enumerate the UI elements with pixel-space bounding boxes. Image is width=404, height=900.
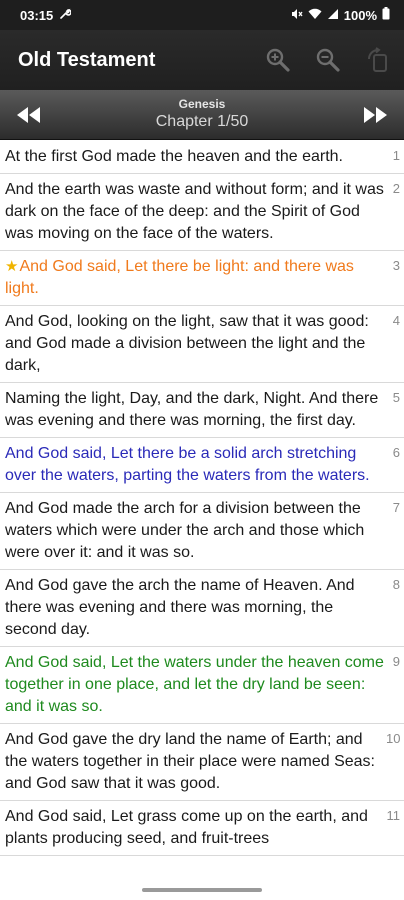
verse-number: 8 xyxy=(392,577,400,592)
verse-content: And God said, Let grass come up on the e… xyxy=(5,808,368,847)
gesture-handle[interactable] xyxy=(142,888,262,892)
verse-content: And God gave the dry land the name of Ea… xyxy=(5,731,375,792)
app-actions xyxy=(262,44,394,76)
chapter-navigation: Genesis Chapter 1/50 xyxy=(0,90,404,140)
verse-row[interactable]: And God gave the dry land the name of Ea… xyxy=(0,724,404,801)
verse-content: And God made the arch for a division bet… xyxy=(5,500,365,561)
zoom-in-button[interactable] xyxy=(262,44,294,76)
verse-content: At the first God made the heaven and the… xyxy=(5,148,343,165)
status-left: 03:15 xyxy=(20,7,72,23)
verse-row[interactable]: At the first God made the heaven and the… xyxy=(0,141,404,174)
next-chapter-button[interactable] xyxy=(360,100,390,130)
verse-text: And God gave the arch the name of Heaven… xyxy=(5,575,384,641)
previous-chapter-button[interactable] xyxy=(14,100,44,130)
verse-number: 7 xyxy=(392,500,400,515)
verse-number: 2 xyxy=(392,181,400,196)
status-time: 03:15 xyxy=(20,7,54,23)
chapter-indicator: Chapter 1/50 xyxy=(44,113,360,131)
verse-text: At the first God made the heaven and the… xyxy=(5,146,384,168)
verse-content: And God said, Let the waters under the h… xyxy=(5,654,384,715)
status-right: 100% xyxy=(291,7,390,23)
zoom-in-icon xyxy=(266,48,290,72)
verse-row[interactable]: And the earth was waste and without form… xyxy=(0,174,404,251)
verse-number: 4 xyxy=(392,313,400,328)
verse-row[interactable]: And God made the arch for a division bet… xyxy=(0,493,404,570)
verse-text: Naming the light, Day, and the dark, Nig… xyxy=(5,388,384,432)
fast-forward-icon xyxy=(364,106,387,123)
verse-row[interactable]: And God, looking on the light, saw that … xyxy=(0,306,404,383)
zoom-out-icon xyxy=(316,48,340,72)
status-bar: 03:15 100% xyxy=(0,0,404,30)
verse-number: 11 xyxy=(386,808,401,823)
rewind-icon xyxy=(17,106,40,123)
rotate-icon xyxy=(368,47,387,72)
battery-icon xyxy=(382,7,390,23)
star-icon: ★ xyxy=(5,258,19,275)
verse-content: And God said, Let there be a solid arch … xyxy=(5,445,370,484)
verse-text: And God said, Let there be a solid arch … xyxy=(5,443,384,487)
chapter-info[interactable]: Genesis Chapter 1/50 xyxy=(44,97,360,131)
verse-row[interactable]: ★And God said, Let there be light: and t… xyxy=(0,251,404,306)
page-title: Old Testament xyxy=(18,48,156,71)
verse-content: Naming the light, Day, and the dark, Nig… xyxy=(5,390,379,429)
verse-number: 5 xyxy=(392,390,400,405)
verse-text: And God made the arch for a division bet… xyxy=(5,498,384,564)
wifi-icon xyxy=(308,8,322,23)
verse-content: And the earth was waste and without form… xyxy=(5,181,384,242)
wrench-icon xyxy=(59,8,72,23)
verse-content: And God gave the arch the name of Heaven… xyxy=(5,577,355,638)
verse-number: 3 xyxy=(392,258,400,273)
verse-row[interactable]: And God said, Let the waters under the h… xyxy=(0,647,404,724)
verse-number: 9 xyxy=(392,654,400,669)
verse-row[interactable]: Naming the light, Day, and the dark, Nig… xyxy=(0,383,404,438)
verse-row[interactable]: And God said, Let there be a solid arch … xyxy=(0,438,404,493)
verse-text: And God said, Let grass come up on the e… xyxy=(5,806,384,850)
zoom-out-button[interactable] xyxy=(312,44,344,76)
app-bar: Old Testament xyxy=(0,30,404,90)
verse-text: And the earth was waste and without form… xyxy=(5,179,384,245)
verse-text: ★And God said, Let there be light: and t… xyxy=(5,256,384,300)
verse-text: And God, looking on the light, saw that … xyxy=(5,311,384,377)
verse-row[interactable]: And God said, Let grass come up on the e… xyxy=(0,801,404,856)
verse-number: 6 xyxy=(392,445,400,460)
book-name: Genesis xyxy=(178,97,226,112)
battery-level: 100% xyxy=(343,7,377,23)
chapter-label: Chapter xyxy=(155,113,213,131)
verse-number: 1 xyxy=(392,148,400,163)
chapter-position: 1/50 xyxy=(217,113,249,131)
verse-text: And God gave the dry land the name of Ea… xyxy=(5,729,384,795)
verse-content: And God said, Let there be light: and th… xyxy=(5,258,354,297)
signal-icon xyxy=(327,8,339,23)
verse-row[interactable]: And God gave the arch the name of Heaven… xyxy=(0,570,404,647)
verse-number: 10 xyxy=(386,731,401,746)
navigation-bar xyxy=(0,878,404,900)
rotate-button[interactable] xyxy=(362,44,394,76)
verse-text: And God said, Let the waters under the h… xyxy=(5,652,384,718)
mute-icon xyxy=(291,8,303,23)
verse-list[interactable]: At the first God made the heaven and the… xyxy=(0,141,404,878)
verse-content: And God, looking on the light, saw that … xyxy=(5,313,369,374)
